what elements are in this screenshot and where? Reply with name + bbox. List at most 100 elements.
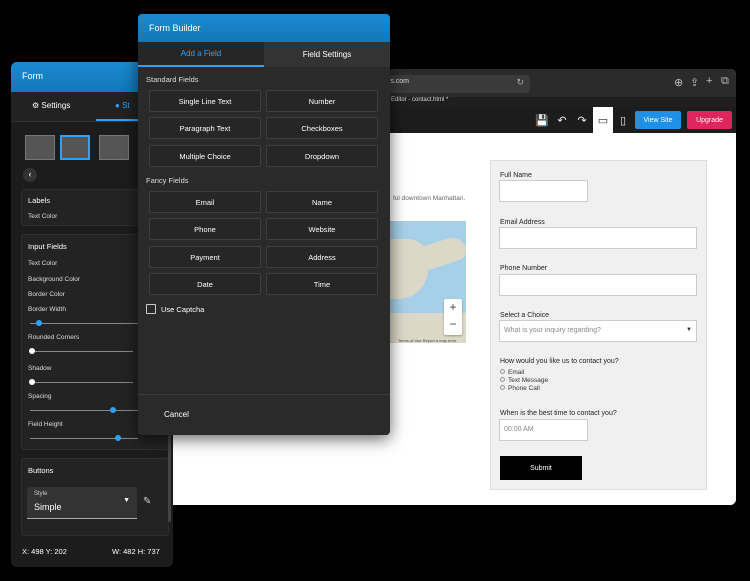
redo-icon[interactable]: ↷ [574,110,590,130]
radio-email[interactable]: Email [500,369,524,376]
labels-text-color[interactable]: Text Color [28,213,57,220]
radio-icon [500,369,505,374]
email-label: Email Address [500,219,545,226]
tab-title[interactable]: ite Editor - contact.html * [383,97,448,103]
download-icon[interactable]: ⊕ [674,76,683,89]
full-name-input[interactable] [499,180,588,202]
layout-thumbnail-1[interactable] [25,135,55,160]
slider-knob[interactable] [29,379,35,385]
field-address[interactable]: Address [266,246,378,268]
form-builder-header: Form Builder [138,14,390,42]
time-placeholder: 00:00 AM [504,426,534,433]
choice-select[interactable]: What is your inquiry regarding? ▼ [499,320,697,342]
radio-icon [500,377,505,382]
button-style-select[interactable]: Style Simple ▼ [27,487,137,519]
field-phone[interactable]: Phone [149,218,261,240]
field-website[interactable]: Website [266,218,378,240]
form-builder-dialog: Form Builder Add a Field Field Settings … [138,14,390,435]
caret-down-icon: ▼ [123,497,130,504]
shadow-slider[interactable] [29,379,133,385]
field-height-label: Field Height [28,421,63,428]
layout-thumbnail-3[interactable] [99,135,129,160]
input-border-width: Border Width [28,306,66,313]
input-fields-title: Input Fields [28,242,67,251]
tab-add-field[interactable]: Add a Field [138,42,264,67]
caret-down-icon: ▼ [686,327,692,333]
field-date[interactable]: Date [149,273,261,295]
phone-input[interactable] [499,274,697,296]
contact-method-label: How would you like us to contact you? [500,358,619,365]
position-readout: X: 498 Y: 202 [22,547,67,556]
address-text: rs.com [388,78,409,85]
slider-knob[interactable] [115,435,121,441]
full-name-label: Full Name [500,172,532,179]
field-dropdown[interactable]: Dropdown [266,145,378,167]
save-icon[interactable]: 💾 [534,110,550,130]
form-builder-title: Form Builder [149,23,201,33]
footer-divider [138,394,390,395]
mobile-view-icon[interactable]: ▯ [616,110,630,130]
upgrade-button[interactable]: Upgrade [687,111,732,129]
fancy-fields-label: Fancy Fields [146,176,189,185]
input-background-color[interactable]: Background Color [28,276,80,283]
border-width-slider[interactable] [30,320,138,326]
radio-icon [500,385,505,390]
spacing-label: Spacing [28,393,52,400]
field-checkboxes[interactable]: Checkboxes [266,117,378,139]
cancel-button[interactable]: Cancel [164,410,189,419]
radio-phone-call[interactable]: Phone Call [500,385,540,392]
tab-field-settings[interactable]: Field Settings [264,42,390,67]
email-input[interactable] [499,227,697,249]
undo-icon[interactable]: ↶ [554,110,570,130]
radio-text-message[interactable]: Text Message [500,377,548,384]
input-border-color[interactable]: Border Color [28,291,65,298]
slider-knob[interactable] [36,320,42,326]
slider-knob[interactable] [29,348,35,354]
field-paragraph-text[interactable]: Paragraph Text [149,117,261,139]
field-number[interactable]: Number [266,90,378,112]
time-input[interactable]: 00:00 AM [499,419,588,441]
zoom-out-icon[interactable]: − [444,316,462,333]
back-icon[interactable]: ‹ [23,168,37,182]
map-zoom-control[interactable]: + − [444,299,462,335]
tab-settings[interactable]: ⚙ Settings [32,101,70,110]
field-time[interactable]: Time [266,273,378,295]
field-email[interactable]: Email [149,191,261,213]
field-multiple-choice[interactable]: Multiple Choice [149,145,261,167]
standard-fields-label: Standard Fields [146,75,199,84]
tabs-overview-icon[interactable]: ⧉ [721,75,729,88]
captcha-label: Use Captcha [161,305,205,314]
choice-placeholder: What is your inquiry regarding? [504,327,601,334]
tab-style[interactable]: ● St [115,101,130,110]
layout-thumbnail-2[interactable] [60,135,90,160]
reload-icon[interactable]: ↻ [516,77,524,88]
field-height-slider[interactable] [30,435,138,441]
desktop-view-icon[interactable]: ▭ [593,107,613,133]
palette-icon: ● [115,101,120,110]
slider-knob[interactable] [110,407,116,413]
field-single-line-text[interactable]: Single Line Text [149,90,261,112]
form-panel-title: Form [22,71,43,81]
spacing-slider[interactable] [30,407,138,413]
captcha-checkbox[interactable] [146,304,156,314]
style-value: Simple [34,502,62,512]
edit-pencil-icon[interactable]: ✎ [143,496,151,507]
rounded-corners-label: Rounded Corners [28,334,80,341]
rounded-corners-slider[interactable] [29,348,133,354]
zoom-in-icon[interactable]: + [444,299,462,316]
submit-button[interactable]: Submit [500,456,582,480]
time-label: When is the best time to contact you? [500,410,617,417]
map-credits: Terms of Use Report a map error [398,338,457,343]
share-icon[interactable]: ⇪ [690,76,699,89]
choice-label: Select a Choice [500,312,550,319]
style-label: Style [34,491,48,497]
input-text-color[interactable]: Text Color [28,260,57,267]
labels-title: Labels [28,196,51,205]
buttons-title: Buttons [28,466,54,475]
field-name[interactable]: Name [266,191,378,213]
new-tab-icon[interactable]: + [706,75,712,87]
field-payment[interactable]: Payment [149,246,261,268]
view-site-button[interactable]: View Site [635,111,681,129]
form-builder-tabs: Add a Field Field Settings [138,42,390,67]
size-readout: W: 482 H: 737 [112,547,160,556]
